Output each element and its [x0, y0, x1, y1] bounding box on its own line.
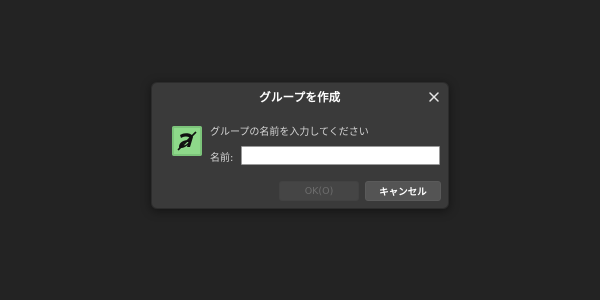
name-field-label: 名前:: [210, 153, 234, 164]
dialog-title: グループを作成: [259, 90, 341, 104]
app-logo-icon: [172, 126, 202, 156]
letter-a-logo-icon: [177, 131, 197, 151]
ok-button[interactable]: OK(O): [279, 181, 359, 201]
dialog-prompt: グループの名前を入力してください: [210, 127, 369, 138]
cancel-button[interactable]: キャンセル: [365, 181, 441, 201]
group-name-input[interactable]: [241, 146, 440, 165]
close-button[interactable]: [426, 89, 442, 105]
close-icon: [429, 92, 439, 102]
dialog-titlebar: グループを作成: [152, 83, 448, 111]
create-group-dialog: グループを作成 グループの名前を入力してください 名前: OK(O) キャンセル: [151, 82, 449, 209]
